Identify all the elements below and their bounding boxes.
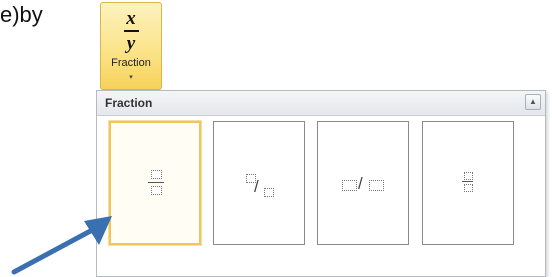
scroll-up-button[interactable]: ▲: [525, 94, 541, 110]
chevron-down-icon: ▾: [129, 74, 133, 81]
gallery-title: Fraction: [105, 96, 153, 110]
numerator-placeholder-icon: [151, 170, 162, 179]
slash-icon: /: [358, 174, 363, 193]
denominator-placeholder-icon: [151, 186, 162, 195]
pointer-arrow-icon: [11, 216, 112, 275]
fraction-bar-icon: [148, 182, 164, 183]
fraction-button-label: Fraction: [111, 57, 151, 69]
linear-fraction-tile[interactable]: /: [317, 121, 409, 245]
fraction-icon-bar: [123, 30, 139, 32]
denominator-placeholder-icon: [464, 184, 473, 192]
partial-text: e)by: [0, 2, 43, 27]
small-stacked-fraction-tile[interactable]: [422, 121, 514, 245]
gallery-header: Fraction ▲: [97, 91, 545, 116]
fraction-icon: x y: [101, 9, 161, 54]
fraction-icon-numerator: x: [126, 8, 136, 29]
numerator-placeholder-icon: [342, 180, 357, 191]
fraction-bar-icon: [462, 181, 473, 182]
denominator-placeholder-icon: [369, 180, 384, 191]
slash-icon: /: [254, 177, 259, 196]
fraction-gallery: Fraction ▲ / /: [96, 90, 546, 277]
fraction-button[interactable]: x y Fraction ▾: [100, 2, 162, 90]
denominator-placeholder-icon: [264, 188, 274, 197]
fraction-icon-denominator: y: [126, 33, 136, 54]
skewed-fraction-tile[interactable]: /: [213, 121, 305, 245]
numerator-placeholder-icon: [464, 172, 473, 180]
